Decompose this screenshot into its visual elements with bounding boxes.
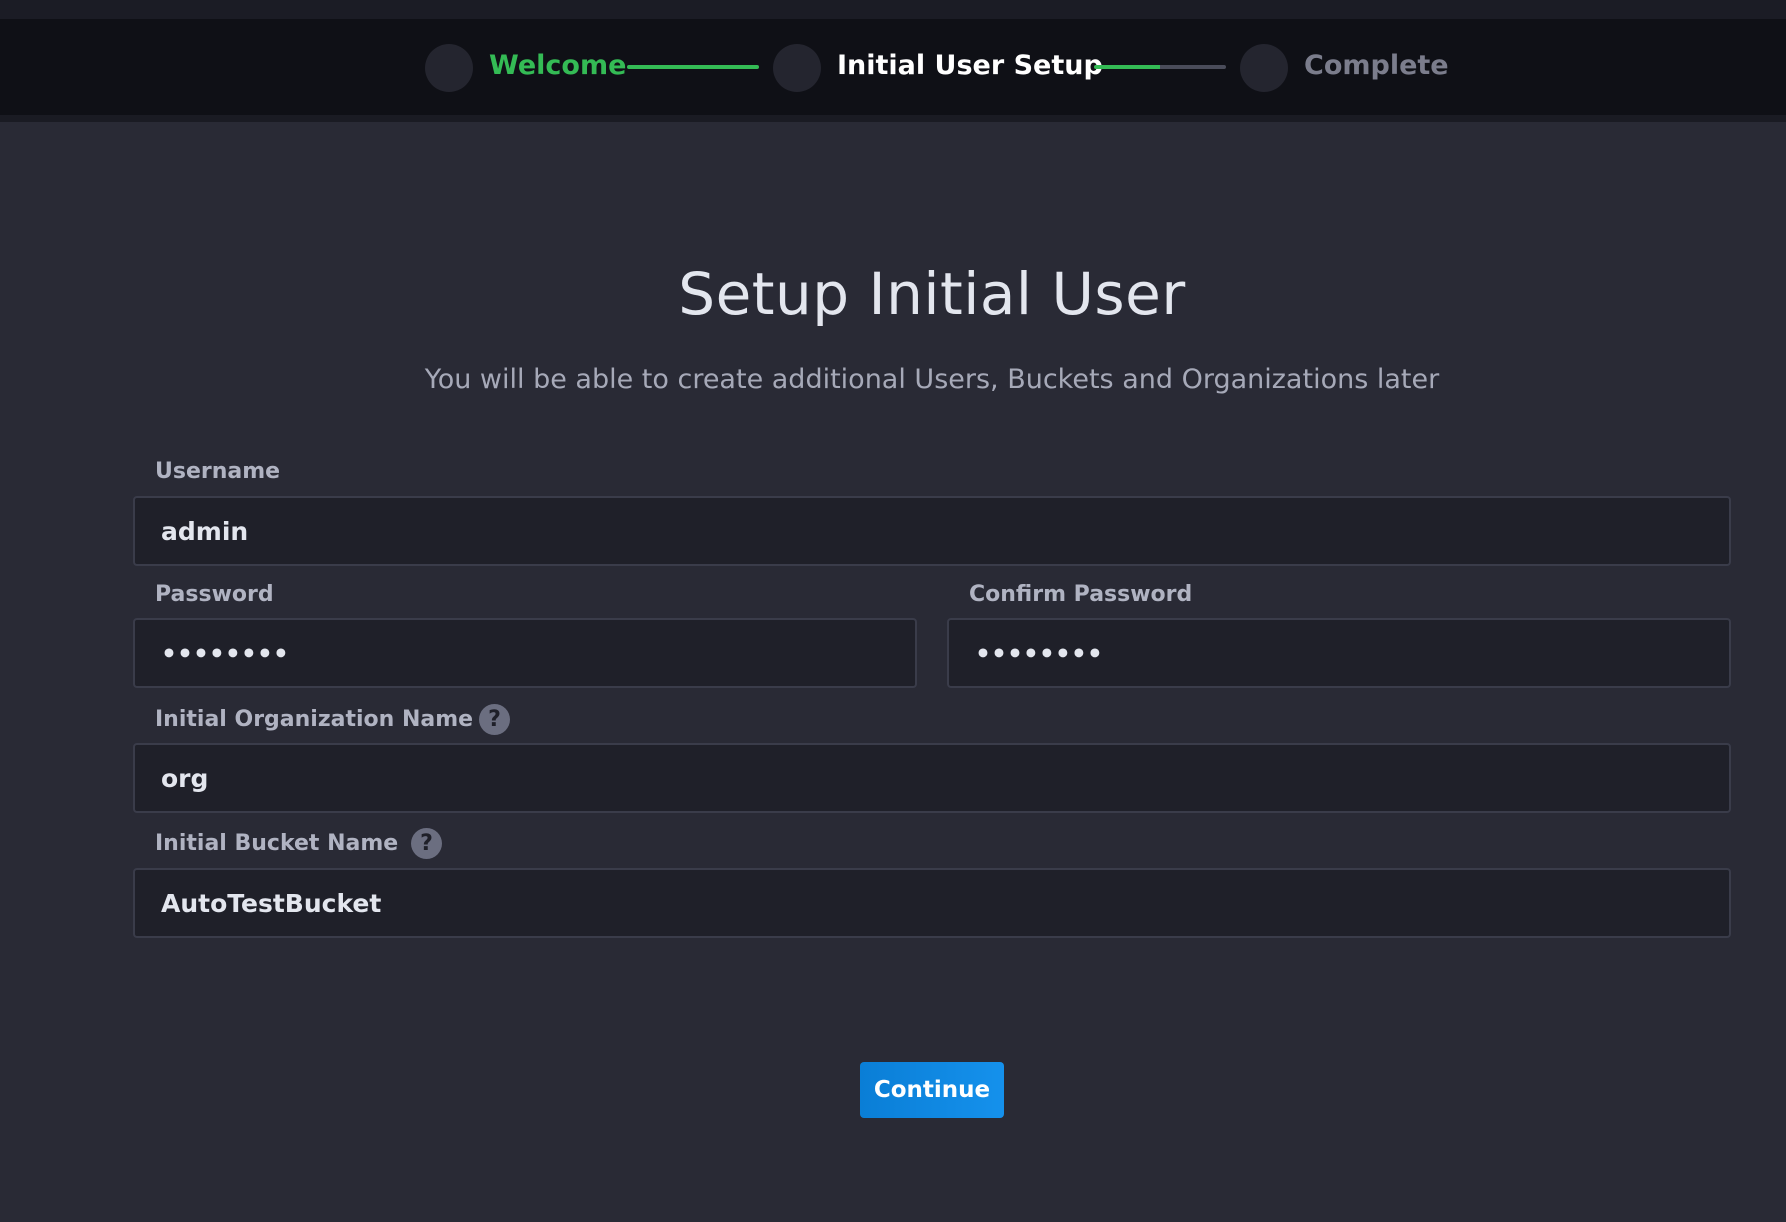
org-name-help-icon[interactable]: ? [479,704,510,735]
confirm-password-label: Confirm Password [969,582,1193,607]
page-subtitle: You will be able to create additional Us… [424,364,1440,395]
step-complete-label: Complete [1304,50,1449,81]
password-label: Password [155,582,274,607]
continue-button[interactable]: Continue [860,1062,1004,1118]
top-edge [0,0,1786,19]
step-initial-user-setup-dot [773,44,821,92]
step-complete-dot [1240,44,1288,92]
org-name-label: Initial Organization Name [155,707,474,732]
step-welcome-dot [425,44,473,92]
step-connector-1 [627,65,759,69]
step-welcome-label: Welcome [489,50,627,81]
bucket-name-help-icon[interactable]: ? [411,828,442,859]
step-connector-2 [1094,65,1226,69]
password-input[interactable] [133,618,917,688]
username-label: Username [155,459,281,484]
stepper-shadow [0,115,1786,122]
bucket-name-label: Initial Bucket Name [155,831,399,856]
confirm-password-input[interactable] [947,618,1731,688]
bucket-name-input[interactable] [133,868,1731,938]
step-initial-user-setup-label: Initial User Setup [837,50,1103,81]
username-input[interactable] [133,496,1731,566]
org-name-input[interactable] [133,743,1731,813]
setup-stepper: Welcome Initial User Setup Complete [0,19,1786,115]
page-title: Setup Initial User [678,260,1186,328]
